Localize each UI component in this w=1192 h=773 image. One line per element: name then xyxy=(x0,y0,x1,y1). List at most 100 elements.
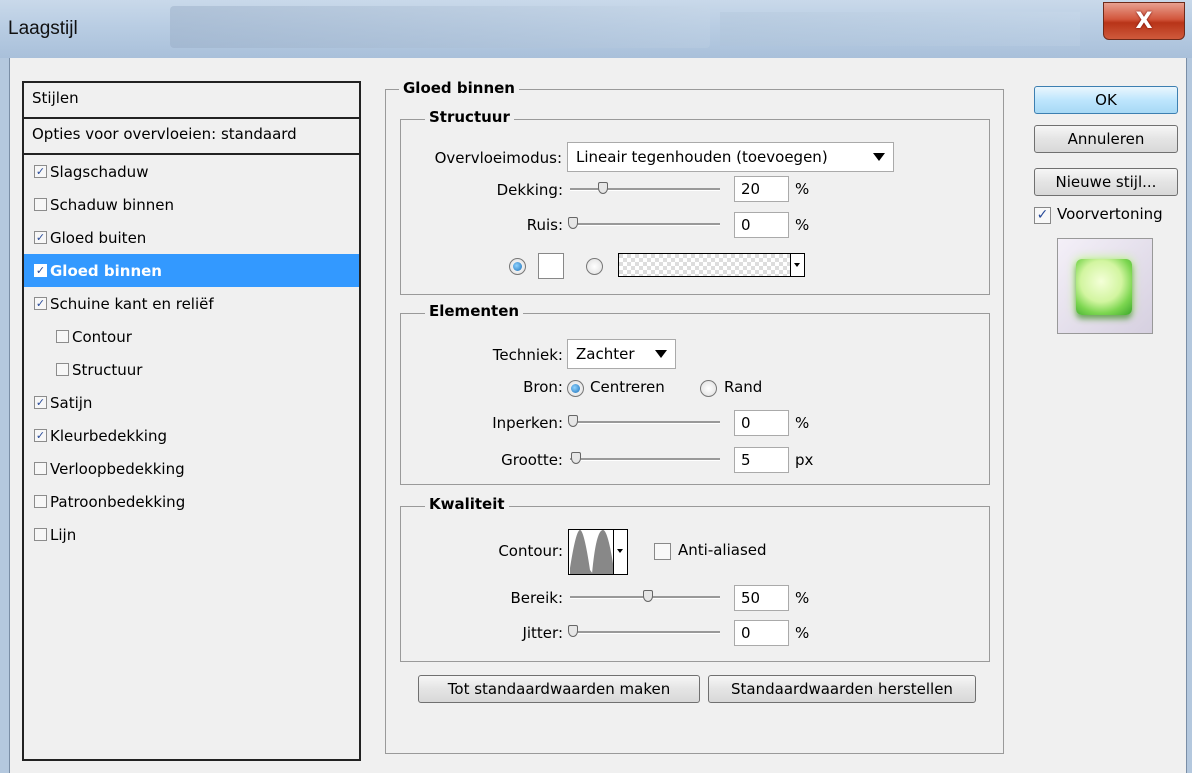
size-input[interactable]: 5 xyxy=(734,447,789,473)
chevron-down-icon xyxy=(655,350,667,358)
chevron-down-icon xyxy=(794,263,800,267)
styles-list: Stijlen Opties voor overvloeien: standaa… xyxy=(22,81,361,761)
style-checkbox[interactable]: ✓ xyxy=(34,231,47,244)
size-label: Grootte: xyxy=(501,451,563,469)
title-bar: Laagstijl X xyxy=(0,0,1192,58)
style-item-slagschaduw[interactable]: ✓ Slagschaduw xyxy=(24,155,359,188)
size-slider-thumb[interactable] xyxy=(571,452,581,464)
solid-color-radio[interactable] xyxy=(509,258,526,275)
jitter-slider-thumb[interactable] xyxy=(568,625,578,637)
style-item-label: Lijn xyxy=(50,525,77,544)
range-slider-thumb[interactable] xyxy=(643,590,653,602)
style-checkbox[interactable]: ✓ xyxy=(34,264,47,277)
style-item-gloed-binnen[interactable]: ✓ Gloed binnen xyxy=(24,254,359,287)
preview-checkbox[interactable]: ✓ xyxy=(1034,207,1051,224)
style-item-patroonbedekking[interactable]: Patroonbedekking xyxy=(24,485,359,518)
ok-button[interactable]: OK xyxy=(1034,86,1178,114)
styles-header[interactable]: Stijlen xyxy=(24,83,359,119)
antialias-checkbox[interactable] xyxy=(654,543,671,560)
source-edge-radio[interactable] xyxy=(700,380,717,397)
source-center-radio[interactable] xyxy=(567,380,584,397)
style-item-verloopbedekking[interactable]: Verloopbedekking xyxy=(24,452,359,485)
style-checkbox[interactable]: ✓ xyxy=(34,429,47,442)
chevron-down-icon xyxy=(617,549,623,553)
noise-label: Ruis: xyxy=(526,216,563,234)
style-item-structuur[interactable]: Structuur xyxy=(24,353,359,386)
style-item-label: Satijn xyxy=(50,393,93,412)
style-item-label: Structuur xyxy=(72,360,143,379)
preview-label[interactable]: Voorvertoning xyxy=(1057,205,1163,223)
style-checkbox[interactable] xyxy=(34,528,47,541)
source-center-label[interactable]: Centreren xyxy=(590,378,665,396)
blend-options-item[interactable]: Opties voor overvloeien: standaard xyxy=(24,119,359,155)
choke-input[interactable]: 0 xyxy=(734,410,789,436)
background-window-ghost xyxy=(720,12,1080,46)
noise-slider-track[interactable] xyxy=(570,223,720,226)
source-edge-label[interactable]: Rand xyxy=(724,378,762,396)
noise-unit: % xyxy=(795,216,810,234)
contour-label: Contour: xyxy=(498,542,563,560)
style-item-schuine-kant-en-reliëf[interactable]: ✓ Schuine kant en reliëf xyxy=(24,287,359,320)
source-label: Bron: xyxy=(523,378,563,396)
contour-dropdown-arrow[interactable] xyxy=(613,530,627,574)
gradient-preview[interactable] xyxy=(618,253,805,277)
range-unit: % xyxy=(795,589,810,607)
size-slider-track[interactable] xyxy=(570,458,720,461)
preview-shape xyxy=(1076,259,1132,315)
style-item-gloed-buiten[interactable]: ✓ Gloed buiten xyxy=(24,221,359,254)
style-checkbox[interactable] xyxy=(34,495,47,508)
jitter-input[interactable]: 0 xyxy=(734,620,789,646)
style-item-label: Slagschaduw xyxy=(50,162,149,181)
range-input[interactable]: 50 xyxy=(734,585,789,611)
window-frame-left xyxy=(0,58,10,773)
blend-mode-select[interactable]: Lineair tegenhouden (toevoegen) xyxy=(567,142,894,172)
choke-label: Inperken: xyxy=(492,414,563,432)
gradient-dropdown-arrow[interactable] xyxy=(790,254,804,276)
reset-default-button[interactable]: Standaardwaarden herstellen xyxy=(708,675,976,703)
blend-mode-value: Lineair tegenhouden (toevoegen) xyxy=(576,148,828,166)
cancel-button[interactable]: Annuleren xyxy=(1034,125,1178,153)
opacity-slider-track[interactable] xyxy=(570,188,720,191)
style-checkbox[interactable] xyxy=(34,462,47,475)
style-checkbox[interactable] xyxy=(56,330,69,343)
opacity-input[interactable]: 20 xyxy=(734,176,789,202)
choke-slider-thumb[interactable] xyxy=(568,415,578,427)
style-item-satijn[interactable]: ✓ Satijn xyxy=(24,386,359,419)
close-button[interactable]: X xyxy=(1103,2,1185,40)
noise-input[interactable]: 0 xyxy=(734,212,789,238)
blend-mode-label: Overvloeimodus: xyxy=(434,149,562,167)
make-default-button[interactable]: Tot standaardwaarden maken xyxy=(418,675,700,703)
style-item-kleurbedekking[interactable]: ✓ Kleurbedekking xyxy=(24,419,359,452)
noise-slider-thumb[interactable] xyxy=(568,217,578,229)
style-item-schaduw-binnen[interactable]: Schaduw binnen xyxy=(24,188,359,221)
style-checkbox[interactable]: ✓ xyxy=(34,396,47,409)
gradient-radio[interactable] xyxy=(586,258,603,275)
contour-picker[interactable] xyxy=(568,529,628,575)
style-item-contour[interactable]: Contour xyxy=(24,320,359,353)
opacity-slider-thumb[interactable] xyxy=(598,182,608,194)
close-icon: X xyxy=(1135,8,1153,34)
jitter-unit: % xyxy=(795,624,810,642)
style-item-label: Gloed binnen xyxy=(50,261,162,280)
background-window-ghost xyxy=(170,6,710,48)
choke-unit: % xyxy=(795,414,810,432)
style-item-lijn[interactable]: Lijn xyxy=(24,518,359,551)
new-style-button[interactable]: Nieuwe stijl... xyxy=(1034,168,1178,196)
jitter-slider-track[interactable] xyxy=(570,631,720,634)
style-items: ✓ Slagschaduw Schaduw binnen ✓ Gloed buiten ✓… xyxy=(24,155,359,551)
size-unit: px xyxy=(795,451,814,469)
style-checkbox[interactable]: ✓ xyxy=(34,165,47,178)
glow-color-swatch[interactable] xyxy=(538,253,564,279)
window-title: Laagstijl xyxy=(8,18,78,39)
antialias-label[interactable]: Anti-aliased xyxy=(678,541,767,559)
choke-slider-track[interactable] xyxy=(570,421,720,424)
style-checkbox[interactable]: ✓ xyxy=(34,297,47,310)
structure-title: Structuur xyxy=(425,108,514,126)
technique-select[interactable]: Zachter xyxy=(567,339,676,369)
style-item-label: Gloed buiten xyxy=(50,228,147,247)
jitter-label: Jitter: xyxy=(522,624,563,642)
chevron-down-icon xyxy=(873,153,885,161)
style-checkbox[interactable] xyxy=(56,363,69,376)
style-item-label: Schaduw binnen xyxy=(50,195,174,214)
style-checkbox[interactable] xyxy=(34,198,47,211)
